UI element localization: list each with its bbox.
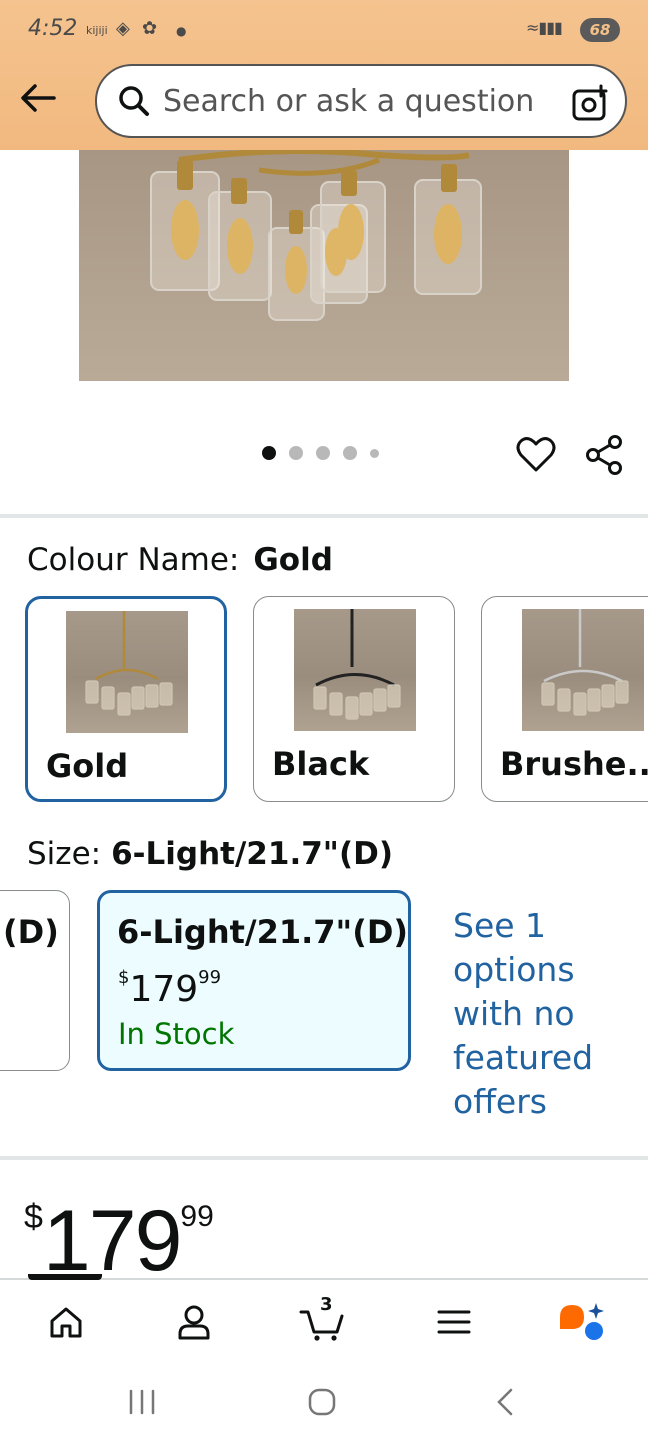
app-header: 4:52 kijiji ◈ ✿ ● ≈▮▮▮ 68 [0,0,648,150]
rufus-assistant-icon [560,1303,604,1340]
colour-option-label: Gold [46,747,129,785]
price-whole: 179 [129,969,199,1010]
colour-option-label: Black [272,745,370,783]
nav-cart[interactable]: 3 [298,1294,346,1346]
home-icon [50,1307,82,1338]
active-tab-indicator [28,1274,102,1280]
nav-account[interactable] [170,1298,218,1346]
colour-label: Colour Name: [27,542,240,578]
nav-rufus[interactable] [558,1298,606,1346]
gold-thumbnail [66,611,188,733]
chandelier-image [150,150,482,321]
colour-option-brushed[interactable]: Brushe... [481,596,648,802]
home-system-button[interactable] [304,1384,340,1420]
carousel-dot-active[interactable] [262,446,276,460]
search-bar[interactable] [95,64,627,138]
account-icon [178,1305,210,1340]
carousel-dots[interactable] [262,446,379,460]
cart-count-badge: 3 [320,1294,333,1315]
section-divider [0,1156,648,1160]
status-time: 4:52 [28,16,78,41]
status-bar: 4:52 kijiji ◈ ✿ ● ≈▮▮▮ 68 [0,0,648,60]
nav-home[interactable] [42,1298,90,1346]
camera-search-icon[interactable] [571,84,609,122]
nav-menu[interactable] [430,1298,478,1346]
battery-icon: 68 [580,18,620,42]
see-options-link[interactable]: See 1 options with no featured offers [453,904,633,1124]
search-icon [117,84,151,118]
home-system-icon [308,1388,336,1416]
colour-option-label: Brushe... [500,745,648,783]
carousel-dot[interactable] [343,446,357,460]
price-currency: $ [24,1198,43,1236]
carousel-dot[interactable] [370,448,379,458]
search-input[interactable] [163,83,553,119]
stock-status: In Stock [118,1017,235,1051]
system-nav-bar [0,1364,648,1440]
size-option-label: 6-Light/21.7"(D) [117,913,409,951]
menu-icon [437,1310,471,1334]
size-option-label: (D) [3,913,59,951]
product-page: 4:52 kijiji ◈ ✿ ● ≈▮▮▮ 68 Search or ask … [0,0,648,1440]
recent-apps-icon [129,1389,155,1415]
colour-selected-value: Gold [253,542,333,578]
price-currency: $ [118,967,130,988]
colour-option-black[interactable]: Black [253,596,455,802]
size-selected-value: 6-Light/21.7"(D) [111,836,394,872]
size-option-price: $17999 [118,967,221,1010]
kijiji-notification-icon: kijiji [86,24,108,37]
signal-icon: ≈▮▮▮ [526,18,563,37]
bottom-nav: 3 [0,1274,648,1364]
fan-icon: ✿ [142,18,158,39]
size-label: Size: [27,836,102,872]
back-system-button[interactable] [490,1384,520,1420]
dot-icon: ● [176,24,187,38]
carousel-dot[interactable] [316,446,330,460]
section-divider [0,514,648,518]
back-button[interactable] [16,76,60,120]
brushed-thumbnail [522,609,644,731]
colour-name-row: Colour Name: Gold [27,542,333,578]
price-fraction: 99 [180,1200,214,1233]
size-option-previous[interactable]: (D) [0,890,70,1071]
back-chevron-icon [497,1388,513,1416]
size-row: Size: 6-Light/21.7"(D) [27,836,393,872]
back-arrow-icon [21,84,56,112]
colour-option-gold[interactable]: Gold [25,596,227,802]
share-icon[interactable] [584,434,624,476]
price-fraction: 99 [198,967,222,988]
black-thumbnail [294,609,416,731]
notification-icon: ◈ [116,18,130,39]
recent-apps-button[interactable] [126,1384,158,1420]
carousel-dot[interactable] [289,446,303,460]
product-image[interactable] [79,150,569,381]
size-option-selected[interactable]: 6-Light/21.7"(D) $17999 In Stock [97,890,411,1071]
heart-icon[interactable] [516,436,556,474]
